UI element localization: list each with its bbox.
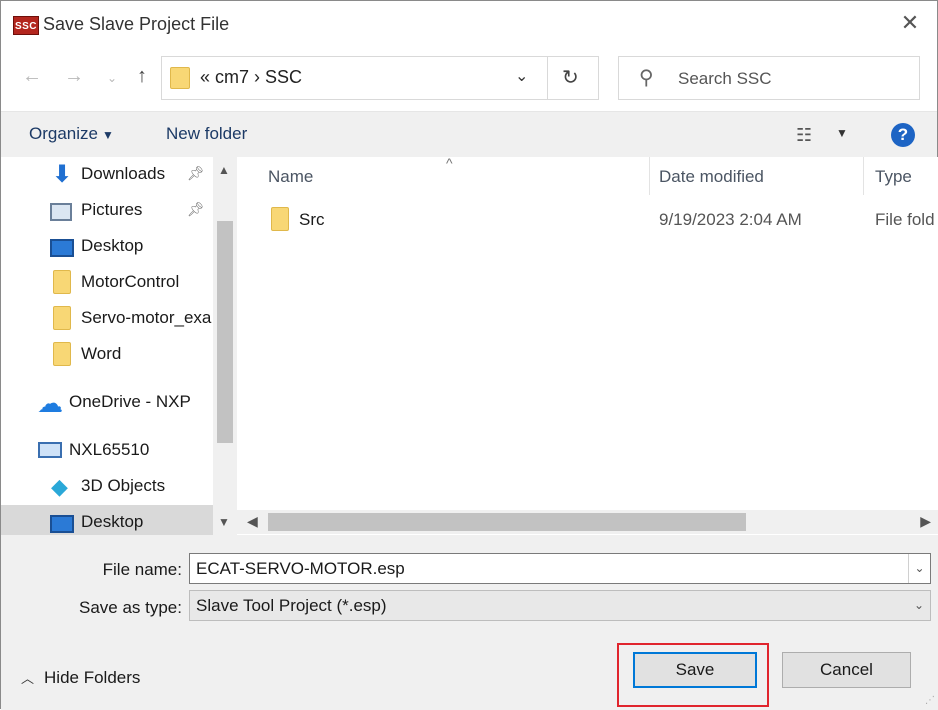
forward-arrow-icon[interactable]: →: [61, 65, 87, 88]
nav-item-pictures[interactable]: Pictures 📌︎: [1, 193, 213, 229]
nav-item-word[interactable]: Word: [1, 337, 213, 373]
view-options-caret-icon[interactable]: ▼: [836, 126, 848, 140]
hide-folders-button[interactable]: ︿ Hide Folders: [21, 668, 140, 688]
file-name-label: File name:: [102, 560, 182, 579]
nav-item-desktop-selected[interactable]: Desktop: [1, 505, 213, 535]
help-icon[interactable]: ?: [891, 123, 915, 147]
column-header-type[interactable]: Type: [875, 167, 912, 187]
nav-item-label: Downloads: [81, 164, 166, 183]
folder-icon: [271, 207, 289, 231]
this-pc-icon: [38, 442, 62, 458]
save-as-type-label: Save as type:: [78, 598, 182, 617]
column-divider[interactable]: [863, 157, 864, 195]
nav-item-label: 3D Objects: [81, 476, 166, 495]
ssc-app-icon: SSC: [13, 16, 39, 35]
caret-down-icon: ▼: [101, 128, 114, 142]
save-dialog: SSC Save Slave Project File ✕ ← → ⌄ ↑ « …: [0, 0, 938, 710]
nav-item-onedrive[interactable]: ☁ OneDrive - NXP: [1, 385, 213, 421]
date-modified-cell: 9/19/2023 2:04 AM: [659, 210, 802, 229]
refresh-icon[interactable]: ↻: [562, 65, 579, 90]
scroll-right-icon[interactable]: ▶: [920, 513, 931, 530]
column-header-name[interactable]: Name: [268, 167, 313, 187]
navigation-pane: ⬇ Downloads 📌︎ Pictures 📌︎ Desktop Motor…: [1, 157, 237, 535]
file-list: ^ Name Date modified Type Src 9/19/2023 …: [237, 157, 938, 535]
nav-item-label: NXL65510: [69, 440, 150, 459]
search-icon: ⚲: [639, 67, 654, 89]
file-name-value: ECAT-SERVO-MOTOR.esp: [196, 559, 405, 578]
back-arrow-icon[interactable]: ←: [19, 65, 45, 88]
nav-item-label: Word: [81, 344, 122, 363]
3d-objects-icon: ◆: [51, 474, 68, 499]
resize-grip-icon[interactable]: ⋰: [925, 695, 935, 706]
nav-item-motorcontrol[interactable]: MotorControl: [1, 265, 213, 301]
desktop-icon: [50, 515, 74, 533]
nav-item-label: MotorControl: [81, 272, 180, 291]
scroll-up-icon[interactable]: ▲: [218, 163, 230, 177]
window-title: Save Slave Project File: [43, 14, 230, 34]
nav-item-label: OneDrive - NXP: [69, 392, 191, 411]
save-as-type-select[interactable]: Slave Tool Project (*.esp) ⌄: [189, 590, 931, 621]
organize-label: Organize: [29, 124, 98, 143]
chevron-down-icon[interactable]: ⌄: [515, 66, 528, 86]
file-name-field[interactable]: ECAT-SERVO-MOTOR.esp ⌄: [189, 553, 931, 584]
onedrive-cloud-icon: ☁: [37, 388, 63, 418]
chevron-up-icon: ︿: [21, 671, 35, 686]
download-arrow-icon: ⬇: [51, 161, 73, 188]
file-name-cell: Src: [299, 210, 325, 229]
nav-item-3d-objects[interactable]: ◆ 3D Objects: [1, 469, 213, 505]
hide-folders-label: Hide Folders: [44, 668, 141, 687]
scrollbar-thumb[interactable]: [217, 221, 233, 443]
nav-item-label: Desktop: [81, 236, 144, 255]
folder-icon: [53, 270, 71, 294]
nav-item-downloads[interactable]: ⬇ Downloads 📌︎: [1, 157, 213, 193]
new-folder-button[interactable]: New folder: [166, 124, 247, 144]
bottom-panel: File name: ECAT-SERVO-MOTOR.esp ⌄ Save a…: [1, 535, 938, 710]
cancel-button[interactable]: Cancel: [782, 652, 911, 688]
column-divider[interactable]: [649, 157, 650, 195]
nav-item-label: Servo-motor_exa: [81, 308, 212, 327]
close-icon[interactable]: ✕: [899, 11, 921, 35]
command-toolbar: Organize ▼ New folder ☷ ▼ ?: [1, 111, 937, 157]
folder-icon: [53, 342, 71, 366]
save-button[interactable]: Save: [633, 652, 757, 688]
file-list-horizontal-scrollbar[interactable]: ◀ ▶: [237, 510, 938, 534]
scroll-down-icon[interactable]: ▼: [218, 515, 230, 529]
scrollbar-thumb[interactable]: [268, 513, 746, 531]
search-input[interactable]: ⚲ Search SSC: [618, 56, 920, 100]
folder-icon: [53, 306, 71, 330]
chevron-down-icon[interactable]: ⌄: [908, 591, 930, 620]
nav-pane-scrollbar[interactable]: ▲ ▼: [213, 157, 237, 535]
search-placeholder: Search SSC: [678, 69, 772, 88]
pin-icon: 📌︎: [187, 201, 205, 217]
save-as-type-value: Slave Tool Project (*.esp): [196, 596, 387, 615]
desktop-icon: [50, 239, 74, 257]
chevron-down-icon[interactable]: ⌄: [908, 554, 930, 583]
view-details-icon[interactable]: ☷: [796, 125, 812, 146]
scroll-left-icon[interactable]: ◀: [247, 513, 258, 530]
nav-item-desktop[interactable]: Desktop: [1, 229, 213, 265]
title-bar: SSC Save Slave Project File ✕: [1, 1, 937, 49]
nav-item-servo-motor[interactable]: Servo-motor_exa: [1, 301, 213, 337]
sort-ascending-icon: ^: [446, 157, 453, 171]
recent-locations-chevron-icon[interactable]: ⌄: [99, 71, 125, 85]
table-row[interactable]: Src 9/19/2023 2:04 AM File fold: [253, 201, 938, 237]
pictures-icon: [50, 203, 72, 221]
nav-item-this-pc[interactable]: NXL65510: [1, 433, 213, 469]
organize-button[interactable]: Organize ▼: [29, 124, 114, 144]
type-cell: File fold: [875, 210, 935, 229]
address-bar[interactable]: « cm7 › SSC ⌄ ↻: [161, 56, 599, 100]
nav-item-label: Desktop: [81, 512, 144, 531]
breadcrumb[interactable]: « cm7 › SSC: [200, 67, 302, 88]
nav-item-label: Pictures: [81, 200, 143, 219]
divider: [547, 57, 548, 99]
folder-icon: [170, 67, 190, 89]
pin-icon: 📌︎: [187, 165, 205, 181]
up-arrow-icon[interactable]: ↑: [129, 65, 155, 88]
column-header-date-modified[interactable]: Date modified: [659, 167, 764, 187]
